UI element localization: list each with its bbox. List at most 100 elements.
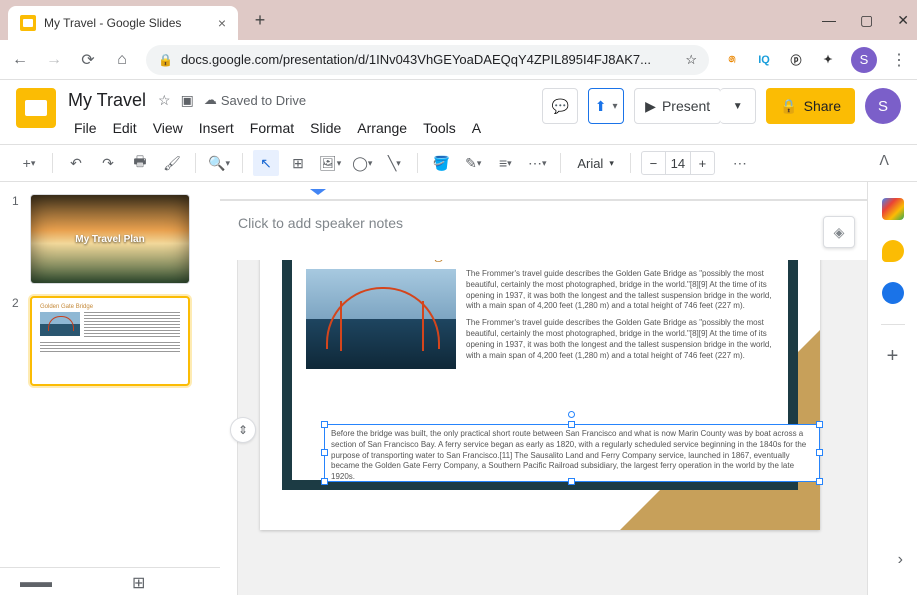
collapse-toolbar-icon[interactable]: ᐱ bbox=[879, 152, 889, 169]
undo-button[interactable]: ↶ bbox=[63, 150, 89, 176]
resize-handle-bl[interactable] bbox=[321, 478, 328, 485]
show-side-panel-icon[interactable]: › bbox=[898, 551, 903, 569]
line-tool[interactable]: ╲▾ bbox=[381, 150, 407, 176]
cloud-icon: ☁ bbox=[204, 92, 217, 108]
comments-button[interactable]: 💬 bbox=[542, 88, 578, 124]
keep-icon[interactable] bbox=[882, 240, 904, 262]
browser-address-bar: ← → ⟳ ⌂ 🔒 docs.google.com/presentation/d… bbox=[0, 40, 917, 80]
border-dash-button[interactable]: ⋯▾ bbox=[524, 150, 550, 176]
save-status[interactable]: ☁Saved to Drive bbox=[204, 92, 306, 109]
textbox-tool[interactable]: ⊞ bbox=[285, 150, 311, 176]
window-controls: — ▢ ✕ bbox=[822, 0, 909, 40]
menu-slide[interactable]: Slide bbox=[304, 118, 347, 138]
menu-more[interactable]: A bbox=[466, 118, 487, 138]
calendar-icon[interactable] bbox=[882, 198, 904, 220]
resize-handle-tl[interactable] bbox=[321, 421, 328, 428]
resize-handle-t[interactable] bbox=[568, 421, 575, 428]
redo-button[interactable]: ↷ bbox=[95, 150, 121, 176]
forward-button[interactable]: → bbox=[44, 51, 64, 69]
print-button[interactable]: 🖶 bbox=[127, 150, 153, 176]
menu-format[interactable]: Format bbox=[244, 118, 300, 138]
new-tab-button[interactable]: + bbox=[246, 6, 274, 34]
close-window-button[interactable]: ✕ bbox=[897, 12, 909, 29]
selected-textbox[interactable]: Before the bridge was built, the only pr… bbox=[324, 424, 820, 482]
menu-arrange[interactable]: Arrange bbox=[351, 118, 413, 138]
rotate-handle[interactable] bbox=[568, 411, 575, 418]
pinterest-icon[interactable]: ⓟ bbox=[787, 51, 805, 69]
app-header: My Travel ☆ ▣ ☁Saved to Drive File Edit … bbox=[0, 80, 917, 144]
slide-number: 1 bbox=[12, 194, 22, 284]
slide-thumbnail-1[interactable]: My Travel Plan bbox=[30, 194, 190, 284]
autofit-handle[interactable]: ⇕ bbox=[230, 417, 256, 443]
bookmark-star-icon[interactable]: ☆ bbox=[685, 52, 697, 68]
side-panel: + bbox=[867, 182, 917, 595]
back-button[interactable]: ← bbox=[10, 51, 30, 69]
profile-avatar-small[interactable]: S bbox=[851, 47, 877, 73]
present-button[interactable]: ▶Present bbox=[634, 88, 721, 124]
menu-insert[interactable]: Insert bbox=[193, 118, 240, 138]
font-size-decrease[interactable]: − bbox=[642, 152, 666, 174]
paint-format-button[interactable]: 🖌 bbox=[159, 150, 185, 176]
toolbar: +▾ ↶ ↷ 🖶 🖌 🔍▾ ↖ ⊞ 🖼▾ ◯▾ ╲▾ 🪣 ✎▾ ≡▾ ⋯▾ Ar… bbox=[0, 144, 917, 182]
extensions-puzzle-icon[interactable]: ✦ bbox=[819, 51, 837, 69]
font-size-value[interactable]: 14 bbox=[666, 156, 690, 171]
star-icon[interactable]: ☆ bbox=[158, 92, 171, 109]
grid-view-icon[interactable]: ⊞ bbox=[132, 573, 145, 593]
slide-number: 2 bbox=[12, 296, 22, 386]
reload-button[interactable]: ⟳ bbox=[78, 50, 98, 70]
border-color-button[interactable]: ✎▾ bbox=[460, 150, 486, 176]
shape-tool[interactable]: ◯▾ bbox=[349, 150, 375, 176]
minimize-button[interactable]: — bbox=[822, 12, 836, 28]
resize-handle-r[interactable] bbox=[816, 449, 823, 456]
maximize-button[interactable]: ▢ bbox=[860, 12, 873, 29]
resize-handle-tr[interactable] bbox=[816, 421, 823, 428]
more-toolbar-button[interactable]: ⋯ bbox=[727, 150, 753, 176]
tasks-icon[interactable] bbox=[882, 282, 904, 304]
slides-logo-icon[interactable] bbox=[16, 88, 56, 128]
filmstrip-view-icon[interactable]: ▬▬ bbox=[20, 574, 52, 592]
explore-button[interactable]: ◈ bbox=[823, 216, 855, 248]
menu-view[interactable]: View bbox=[147, 118, 189, 138]
horizontal-ruler[interactable] bbox=[220, 182, 867, 200]
present-dropdown[interactable]: ▼ bbox=[720, 88, 756, 124]
menu-file[interactable]: File bbox=[68, 118, 103, 138]
chrome-menu-icon[interactable]: ⋮ bbox=[891, 50, 907, 70]
move-icon[interactable]: ▣ bbox=[181, 92, 194, 109]
document-title[interactable]: My Travel bbox=[68, 90, 146, 111]
slide-content-frame: Golden Gate Bridge The Frommer's travel … bbox=[282, 222, 798, 490]
resize-handle-l[interactable] bbox=[321, 449, 328, 456]
lock-icon: 🔒 bbox=[158, 53, 173, 67]
url-field[interactable]: 🔒 docs.google.com/presentation/d/1INv043… bbox=[146, 45, 709, 75]
workspace: 1 My Travel Plan 2 Golden Gate Bridge ▬▬ bbox=[0, 182, 917, 595]
image-tool[interactable]: 🖼▾ bbox=[317, 150, 343, 176]
browser-tab[interactable]: My Travel - Google Slides × bbox=[8, 6, 238, 40]
slide-canvas-area: Golden Gate Bridge The Frommer's travel … bbox=[220, 182, 867, 595]
slide-image[interactable] bbox=[306, 269, 456, 369]
border-weight-button[interactable]: ≡▾ bbox=[492, 150, 518, 176]
fill-color-button[interactable]: 🪣 bbox=[428, 150, 454, 176]
add-panel-icon[interactable]: + bbox=[887, 345, 899, 368]
select-tool[interactable]: ↖ bbox=[253, 150, 279, 176]
browser-titlebar: My Travel - Google Slides × + — ▢ ✕ bbox=[0, 0, 917, 40]
view-mode-bar: ▬▬ ⊞ bbox=[0, 567, 220, 595]
zoom-button[interactable]: 🔍▾ bbox=[206, 150, 232, 176]
new-slide-button[interactable]: +▾ bbox=[16, 150, 42, 176]
slide-thumbnail-2[interactable]: Golden Gate Bridge bbox=[30, 296, 190, 386]
share-button[interactable]: 🔒Share bbox=[766, 88, 855, 124]
extension-icon-iq[interactable]: IQ bbox=[755, 51, 773, 69]
slide-body-text[interactable]: The Frommer's travel guide describes the… bbox=[466, 269, 774, 369]
font-family-selector[interactable]: Arial▾ bbox=[571, 156, 620, 171]
menu-tools[interactable]: Tools bbox=[417, 118, 462, 138]
home-button[interactable]: ⌂ bbox=[112, 51, 132, 69]
extension-icon-1[interactable]: ෧ bbox=[723, 51, 741, 69]
close-tab-icon[interactable]: × bbox=[218, 15, 226, 31]
menu-edit[interactable]: Edit bbox=[107, 118, 143, 138]
upload-button[interactable]: ⬆▾ bbox=[588, 88, 624, 124]
speaker-notes[interactable]: Click to add speaker notes ◈ bbox=[220, 200, 867, 260]
font-size-increase[interactable]: + bbox=[690, 152, 714, 174]
profile-avatar[interactable]: S bbox=[865, 88, 901, 124]
tab-title: My Travel - Google Slides bbox=[44, 16, 210, 30]
resize-handle-br[interactable] bbox=[816, 478, 823, 485]
resize-handle-b[interactable] bbox=[568, 478, 575, 485]
comment-icon: 💬 bbox=[551, 98, 568, 115]
